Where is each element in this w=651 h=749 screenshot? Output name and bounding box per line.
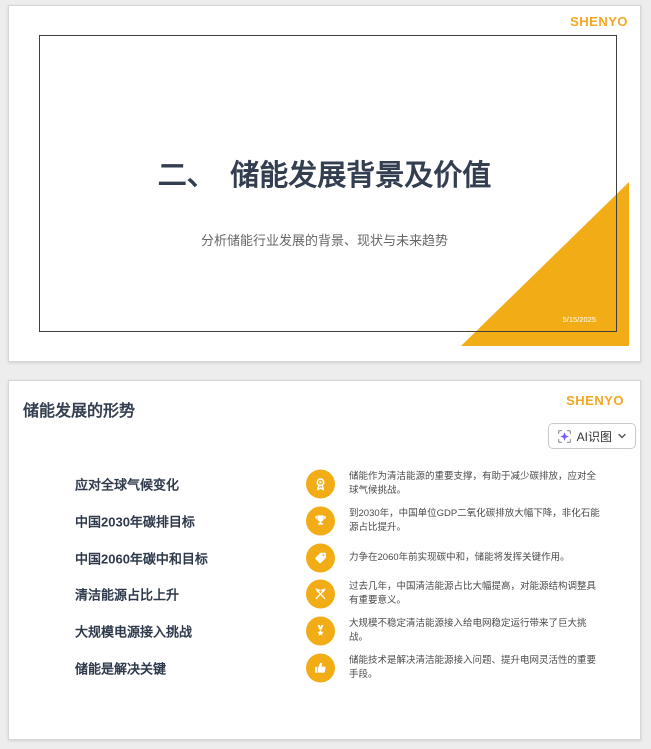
item-description: 过去几年，中国清洁能源占比大幅提高，对能源结构调整具有重要意义。 [349, 580, 597, 606]
item-label: 中国2030年碳排目标 [75, 514, 195, 529]
trophy-icon [306, 506, 335, 535]
item-description: 储能技术是解决清洁能源接入问题、提升电网灵活性的重要手段。 [349, 654, 597, 680]
list-item: 大规模电源接入挑战 大规模不稳定清洁能源接入给电网稳定运行带来了巨大挑战。 [9, 612, 640, 649]
slide-date: 5/15/2025 [562, 315, 596, 324]
item-label: 储能是解决关键 [75, 661, 167, 676]
list-item: 中国2060年碳中和目标 力争在2060年前实现碳中和，储能将发挥关键作用。 [9, 539, 640, 576]
list-item: 中国2030年碳排目标 到2030年，中国单位GDP二氧化碳排放大幅下降，非化石… [9, 502, 640, 539]
award-medal-icon [306, 469, 335, 498]
slide-1-canvas[interactable]: SHENYO 二、 储能发展背景及价值 分析储能行业发展的背景、现状与未来趋势 … [8, 5, 641, 362]
thumbs-up-icon [306, 653, 335, 682]
item-label: 应对全球气候变化 [75, 477, 180, 492]
medal-ribbon-icon [306, 616, 335, 645]
item-description: 力争在2060年前实现碳中和，储能将发挥关键作用。 [349, 551, 570, 563]
list-item: 应对全球气候变化 储能作为清洁能源的重要支撑，有助于减少碳排放，应对全球气候挑战… [9, 465, 640, 502]
feature-list: 应对全球气候变化 储能作为清洁能源的重要支撑，有助于减少碳排放，应对全球气候挑战… [9, 381, 640, 739]
slide-subtitle: 分析储能行业发展的背景、现状与未来趋势 [200, 233, 448, 248]
corner-triangle-decoration [461, 182, 629, 346]
item-label: 清洁能源占比上升 [75, 587, 180, 602]
item-label: 大规模电源接入挑战 [75, 624, 193, 639]
item-description: 储能作为清洁能源的重要支撑，有助于减少碳排放，应对全球气候挑战。 [349, 470, 597, 496]
slide-title: 二、 储能发展背景及价值 [157, 160, 492, 192]
item-description: 到2030年，中国单位GDP二氧化碳排放大幅下降，非化石能源占比提升。 [349, 507, 600, 533]
crossed-flags-icon [306, 579, 335, 608]
tag-icon [306, 543, 335, 572]
item-label: 中国2060年碳中和目标 [75, 551, 208, 566]
brand-logo: SHENYO [570, 14, 628, 29]
item-description: 大规模不稳定清洁能源接入给电网稳定运行带来了巨大挑战。 [349, 617, 587, 643]
list-item: 储能是解决关键 储能技术是解决清洁能源接入问题、提升电网灵活性的重要手段。 [9, 649, 640, 686]
list-item: 清洁能源占比上升 过去几年，中国清洁能源占比大幅提高，对能源结构调整具有重要意义… [9, 575, 640, 612]
slide-2-canvas[interactable]: SHENYO 储能发展的形势 AI识图 应对全球气候变化 储能作为清洁能源的重要… [8, 380, 641, 740]
